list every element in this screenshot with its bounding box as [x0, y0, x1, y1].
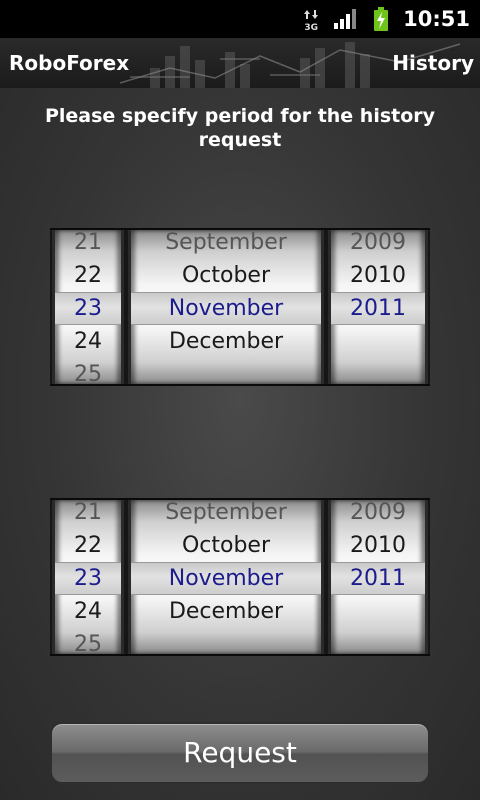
day-option[interactable]: 22 [55, 259, 121, 292]
instruction-text: Please specify period for the history re… [44, 105, 436, 151]
month-option[interactable]: December [131, 595, 321, 628]
request-button[interactable]: Request [50, 722, 430, 784]
day-option[interactable]: 22 [55, 529, 121, 562]
month-option[interactable]: September [131, 230, 321, 259]
year-option[interactable]: 2010 [331, 259, 425, 292]
day-option[interactable]: 24 [55, 595, 121, 628]
month-option[interactable]: October [131, 259, 321, 292]
end-date-picker: 21 22 23 24 25 September October Novembe… [50, 498, 430, 656]
start-month-wheel[interactable]: September October November December [128, 230, 324, 384]
year-option-selected[interactable]: 2011 [331, 562, 425, 595]
day-option-selected[interactable]: 23 [55, 292, 121, 325]
month-option[interactable]: December [131, 325, 321, 358]
day-option[interactable]: 21 [55, 230, 121, 259]
end-day-wheel[interactable]: 21 22 23 24 25 [52, 500, 124, 654]
signal-strength-icon [333, 8, 359, 30]
year-option[interactable]: 2009 [331, 230, 425, 259]
month-option-selected[interactable]: November [131, 292, 321, 325]
day-option-selected[interactable]: 23 [55, 562, 121, 595]
start-year-wheel[interactable]: 2009 2010 2011 [328, 230, 428, 384]
start-day-wheel[interactable]: 21 22 23 24 25 [52, 230, 124, 384]
end-year-wheel[interactable]: 2009 2010 2011 [328, 500, 428, 654]
day-option[interactable]: 25 [55, 358, 121, 384]
start-date-picker: 21 22 23 24 25 September October Novembe… [50, 228, 430, 386]
day-option[interactable]: 25 [55, 628, 121, 654]
status-bar: 3G 10:51 [0, 0, 480, 38]
month-option-selected[interactable]: November [131, 562, 321, 595]
end-month-wheel[interactable]: September October November December [128, 500, 324, 654]
year-option[interactable]: 2009 [331, 500, 425, 529]
month-option[interactable]: October [131, 529, 321, 562]
network-3g-icon: 3G [303, 5, 319, 33]
month-option[interactable]: September [131, 500, 321, 529]
battery-charging-icon [373, 7, 389, 31]
app-header: RoboForex History [0, 38, 480, 88]
year-option-selected[interactable]: 2011 [331, 292, 425, 325]
app-title: RoboForex [9, 51, 130, 75]
day-option[interactable]: 24 [55, 325, 121, 358]
network-type-label: 3G [304, 23, 318, 33]
day-option[interactable]: 21 [55, 500, 121, 529]
year-option[interactable]: 2010 [331, 529, 425, 562]
history-title: History [392, 51, 474, 75]
status-clock: 10:51 [403, 7, 470, 31]
